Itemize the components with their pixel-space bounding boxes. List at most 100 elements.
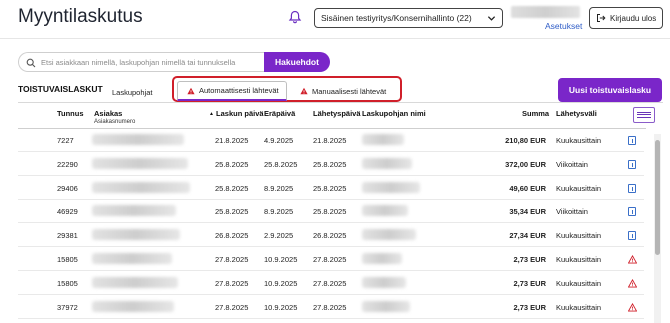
column-header-invoice-date-label: Laskun päivä: [216, 109, 264, 118]
cell-send-date: 26.8.2025: [313, 231, 347, 241]
cell-invoice-date: 25.8.2025: [215, 207, 249, 217]
customer-name-redacted: [92, 157, 188, 169]
cell-sum: 2,73 EUR: [513, 255, 546, 264]
cell-id: 15805: [57, 255, 78, 264]
template-name-redacted: [362, 181, 420, 193]
cell-due-date: 8.9.2025: [264, 207, 294, 217]
cell-invoice-date: 25.8.2025: [215, 159, 249, 169]
column-header-sum[interactable]: Summa: [522, 109, 549, 118]
customer-name-redacted: [92, 205, 176, 217]
column-header-send-date[interactable]: Lähetyspäivä: [313, 109, 361, 118]
chevron-down-icon: [487, 16, 496, 21]
table-row[interactable]: 37972 27.8.2025 10.9.2025 27.8.2025 2,73 EUR…: [18, 296, 644, 319]
search-icon: [26, 58, 36, 68]
table-row[interactable]: 15805 27.8.2025 10.9.2025 27.8.2025 2,73 EUR…: [18, 272, 644, 295]
table-row[interactable]: 29406 25.8.2025 8.9.2025 25.8.2025 49,60 EUR…: [18, 177, 644, 200]
tabs-divider: [18, 102, 663, 103]
cell-due-date: 25.8.2025: [264, 159, 298, 169]
cell-interval: Kuukausittain: [556, 136, 602, 145]
column-header-template-name[interactable]: Laskupohjan nimi: [362, 109, 426, 118]
info-icon[interactable]: [628, 159, 636, 169]
tab-automatic-label: Automaattisesti lähtevät: [199, 86, 279, 95]
cell-sum: 372,00 EUR: [505, 159, 546, 169]
template-name-redacted: [362, 229, 416, 241]
template-name-redacted: [362, 253, 402, 264]
cell-due-date: 10.9.2025: [264, 302, 298, 312]
cell-invoice-date: 26.8.2025: [215, 231, 249, 241]
info-icon[interactable]: [628, 183, 636, 193]
section-label: TOISTUVAISLASKUT: [18, 84, 103, 94]
column-header-invoice-date[interactable]: ▲ Laskun päivä: [209, 109, 264, 118]
cell-interval: Kuukausittain: [556, 231, 602, 241]
column-header-customer[interactable]: Asiakas: [94, 109, 122, 118]
scrollbar-thumb[interactable]: [655, 140, 660, 255]
column-header-id[interactable]: Tunnus: [57, 109, 84, 118]
customer-name-redacted: [92, 276, 178, 288]
info-icon[interactable]: [628, 231, 636, 241]
logout-button[interactable]: Kirjaudu ulos: [589, 7, 663, 29]
tab-manual[interactable]: Manuaalisesti lähtevät: [300, 81, 386, 101]
customer-name-redacted: [92, 253, 172, 264]
cell-id: 29381: [57, 231, 78, 241]
cell-interval: Viikoittain: [556, 207, 588, 217]
cell-send-date: 25.8.2025: [313, 183, 347, 193]
tab-automatic[interactable]: Automaattisesti lähtevät: [177, 81, 287, 101]
cell-sum: 2,73 EUR: [513, 302, 546, 312]
organization-select[interactable]: Sisäinen testiyritys/Konsernihallinto (2…: [314, 8, 503, 28]
template-name-redacted: [362, 157, 412, 169]
page-title: Myyntilaskutus: [18, 6, 143, 27]
column-subheader-customer-number: Asiakasnumero: [94, 119, 136, 125]
warning-icon[interactable]: [628, 278, 637, 288]
cell-id: 7227: [57, 136, 74, 145]
cell-sum: 35,34 EUR: [509, 207, 546, 217]
warning-icon[interactable]: [628, 302, 637, 312]
new-recurring-invoice-button[interactable]: Uusi toistuvaislasku: [558, 78, 662, 102]
logout-icon: [597, 14, 606, 22]
template-name-redacted: [362, 134, 404, 145]
settings-link[interactable]: Asetukset: [545, 21, 582, 31]
header-divider: [0, 38, 670, 39]
column-settings-icon[interactable]: [633, 107, 655, 123]
cell-send-date: 25.8.2025: [313, 207, 347, 217]
cell-send-date: 21.8.2025: [313, 136, 347, 145]
cell-sum: 27,34 EUR: [509, 231, 546, 241]
tab-templates[interactable]: Laskupohjat: [112, 88, 152, 97]
cell-invoice-date: 27.8.2025: [215, 302, 249, 312]
bell-icon[interactable]: [288, 10, 302, 24]
table-row[interactable]: 46929 25.8.2025 8.9.2025 25.8.2025 35,34 EUR…: [18, 200, 644, 224]
cell-sum: 210,80 EUR: [505, 136, 546, 145]
table-row[interactable]: 7227 21.8.2025 4.9.2025 21.8.2025 210,80 EUR…: [18, 129, 644, 152]
cell-interval: Kuukausittain: [556, 302, 602, 312]
info-icon[interactable]: [628, 207, 636, 217]
cell-due-date: 10.9.2025: [264, 278, 298, 288]
search-placeholder: Etsi asiakkaan nimellä, laskupohjan nime…: [41, 58, 236, 67]
cell-invoice-date: 21.8.2025: [215, 136, 249, 145]
cell-id: 29406: [57, 183, 78, 193]
cell-id: 46929: [57, 207, 78, 217]
search-input[interactable]: Etsi asiakkaan nimellä, laskupohjan nime…: [18, 52, 264, 72]
cell-interval: Kuukausittain: [556, 183, 602, 193]
cell-invoice-date: 27.8.2025: [215, 255, 249, 264]
organization-select-value: Sisäinen testiyritys/Konsernihallinto (2…: [321, 13, 472, 23]
cell-id: 22290: [57, 159, 78, 169]
cell-id: 15805: [57, 278, 78, 288]
warning-icon[interactable]: [628, 255, 637, 264]
table-row[interactable]: 29381 26.8.2025 2.9.2025 26.8.2025 27,34 EUR…: [18, 224, 644, 248]
customer-name-redacted: [92, 229, 180, 241]
customer-name-redacted: [92, 300, 174, 312]
customer-name-redacted: [92, 134, 184, 145]
cell-send-date: 27.8.2025: [313, 255, 347, 264]
template-name-redacted: [362, 205, 408, 217]
template-name-redacted: [362, 300, 410, 312]
sort-asc-icon: ▲: [209, 111, 214, 117]
cell-due-date: 4.9.2025: [264, 136, 294, 145]
table-row[interactable]: 15805 27.8.2025 10.9.2025 27.8.2025 2,73 EUR…: [18, 248, 644, 271]
cell-send-date: 27.8.2025: [313, 302, 347, 312]
tab-manual-label: Manuaalisesti lähtevät: [312, 86, 387, 96]
info-icon[interactable]: [628, 136, 636, 145]
column-header-interval[interactable]: Lähetysväli: [556, 109, 597, 118]
search-filters-button[interactable]: Hakuehdot: [264, 52, 330, 72]
cell-interval: Kuukausittain: [556, 255, 602, 264]
column-header-due-date[interactable]: Eräpäivä: [264, 109, 295, 118]
table-row[interactable]: 22290 25.8.2025 25.8.2025 25.8.2025 372,00 E…: [18, 153, 644, 176]
